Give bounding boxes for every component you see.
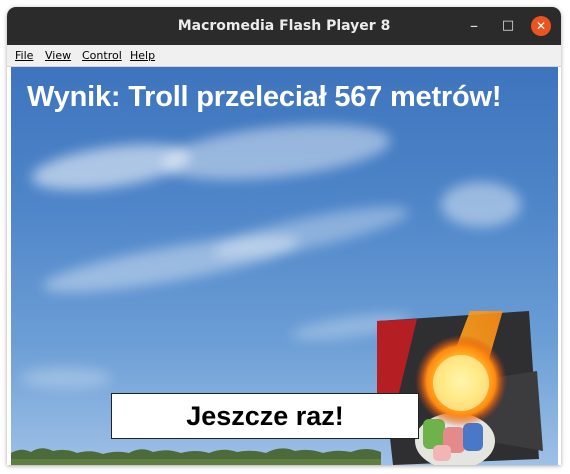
cloud xyxy=(21,367,111,389)
menu-control[interactable]: Control xyxy=(82,45,122,66)
score-text: Wynik: Troll przeleciał 567 metrów! xyxy=(27,81,502,113)
menu-help[interactable]: Help xyxy=(130,45,155,66)
minimize-icon[interactable]: – xyxy=(463,15,485,37)
troll-icon xyxy=(377,311,543,465)
title-bar[interactable]: Macromedia Flash Player 8 – □ ✕ xyxy=(7,7,561,45)
menu-view-label: View xyxy=(45,49,72,62)
menu-bar: File View Control Help xyxy=(7,45,561,67)
retry-button[interactable]: Jeszcze raz! xyxy=(111,393,419,439)
close-icon[interactable]: ✕ xyxy=(531,16,551,36)
menu-view[interactable]: View xyxy=(45,45,71,66)
game-stage[interactable]: Wynik: Troll przeleciał 567 metrów! Jesz… xyxy=(11,67,558,465)
cloud xyxy=(159,115,393,189)
menu-file[interactable]: File xyxy=(15,45,33,66)
menu-control-label: Control xyxy=(82,49,122,62)
menu-file-label: File xyxy=(15,49,34,62)
flash-player-window: Macromedia Flash Player 8 – □ ✕ File Vie… xyxy=(7,7,561,465)
maximize-icon[interactable]: □ xyxy=(497,15,519,37)
cloud xyxy=(441,182,521,227)
cloud xyxy=(210,196,412,268)
menu-help-label: Help xyxy=(130,49,156,62)
